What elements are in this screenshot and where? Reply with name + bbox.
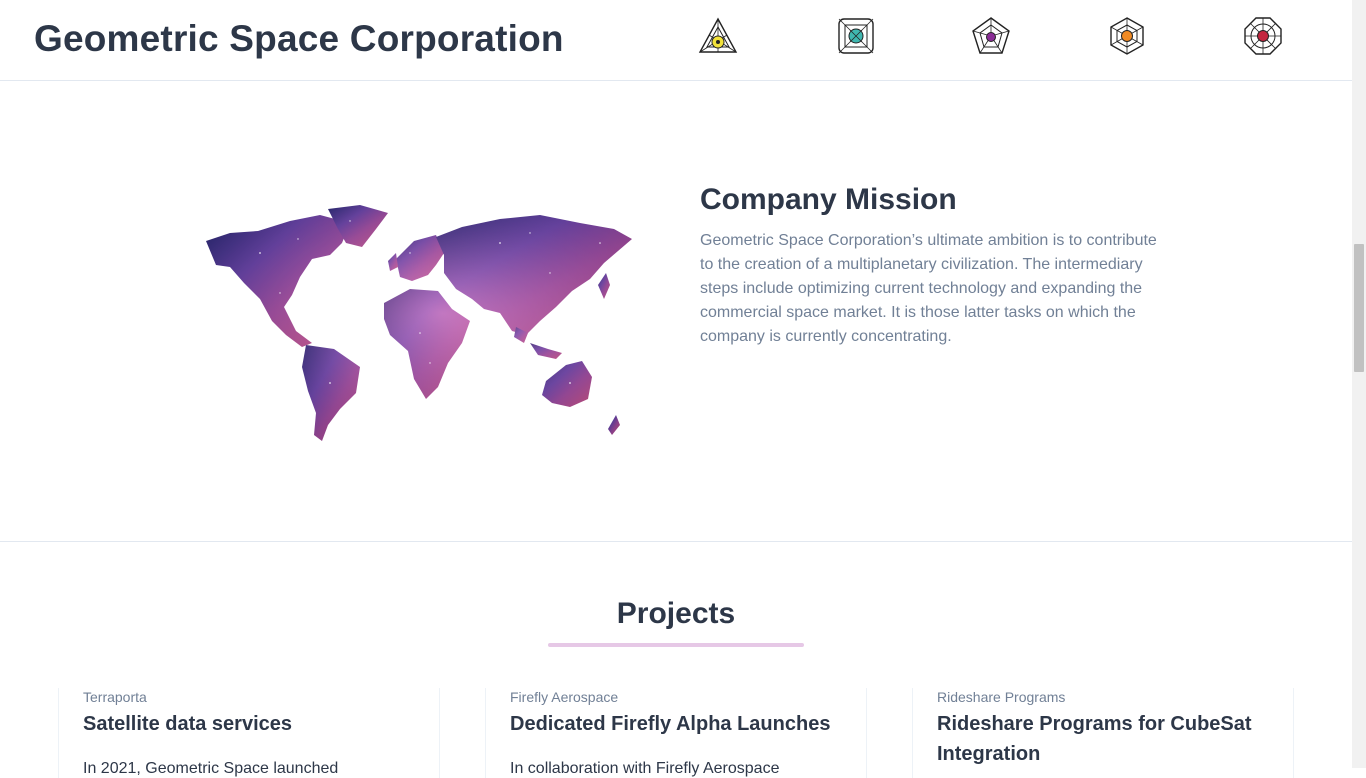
mission-text: Geometric Space Corporation’s ultimate a… <box>700 232 1157 345</box>
mission-title: Company Mission <box>700 183 957 216</box>
square-emblem-icon[interactable] <box>836 16 876 56</box>
pentagon-emblem-icon[interactable] <box>971 16 1011 56</box>
world-map-image <box>200 203 640 448</box>
brand-title[interactable]: Geometric Space Corporation <box>34 18 564 60</box>
project-title[interactable]: Rideshare Programs for CubeSat Integrati… <box>937 709 1277 769</box>
project-company: Firefly Aerospace <box>510 689 619 705</box>
mission-section: Company Mission Geometric Space Corporat… <box>0 81 1352 542</box>
scrollbar-thumb[interactable] <box>1354 244 1364 372</box>
project-title[interactable]: Dedicated Firefly Alpha Launches <box>510 709 850 739</box>
projects-title: Projects <box>616 597 736 630</box>
octagon-emblem-icon[interactable] <box>1243 16 1283 56</box>
page-scrollbar[interactable] <box>1352 0 1366 768</box>
project-company: Terraporta <box>83 689 147 705</box>
project-card[interactable]: Rideshare Programs Rideshare Programs fo… <box>912 688 1294 778</box>
project-card[interactable]: Firefly Aerospace Dedicated Firefly Alph… <box>485 688 867 778</box>
hexagon-emblem-icon[interactable] <box>1107 16 1147 56</box>
project-text: In collaboration with Firefly Aerospace <box>510 760 780 777</box>
site-header: Geometric Space Corporation <box>0 0 1352 81</box>
project-card[interactable]: Terraporta Satellite data services In 20… <box>58 688 440 778</box>
projects-underline <box>548 643 804 647</box>
project-company: Rideshare Programs <box>937 689 1066 705</box>
triangle-emblem-icon[interactable] <box>698 16 738 56</box>
project-text: In 2021, Geometric Space launched <box>83 760 339 777</box>
project-title[interactable]: Satellite data services <box>83 709 423 739</box>
